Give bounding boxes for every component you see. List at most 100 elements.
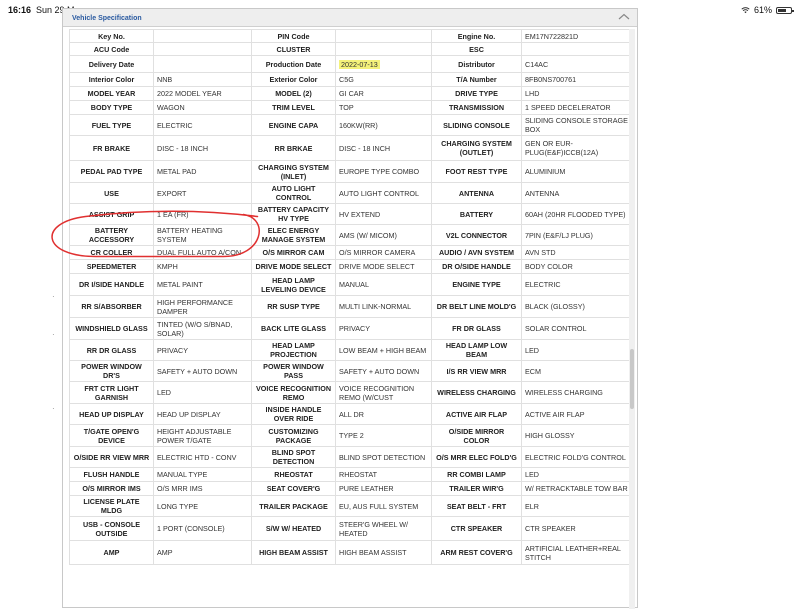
spec-label: BATTERY CAPACITY HV TYPE <box>251 203 336 225</box>
spec-value: BODY COLOR <box>521 259 632 274</box>
spec-value: TYPE 2 <box>335 424 432 447</box>
spec-label-text: Key No. <box>98 31 125 41</box>
spec-label-text: MODEL (2) <box>275 89 312 98</box>
spec-value: METAL PAINT <box>153 273 252 296</box>
spec-label-text: T/A Number <box>456 75 497 84</box>
spec-value: METAL PAD <box>153 160 252 183</box>
scrollbar[interactable] <box>629 29 635 609</box>
spec-label-text: Engine No. <box>457 31 496 41</box>
spec-value <box>153 42 252 56</box>
spec-label: SEAT COVER'G <box>251 481 336 496</box>
spec-label-text: SEAT COVER'G <box>266 484 321 493</box>
spec-value: ALUMINIUM <box>521 160 632 183</box>
spec-label-text: RR S/ABSORBER <box>81 302 142 311</box>
table-row: HEAD UP DISPLAY HEAD UP DISPLAY INSIDE HAN… <box>69 403 632 425</box>
spec-value-text: LED <box>525 470 539 479</box>
spec-label: VOICE RECOGNITION REMO <box>251 381 336 404</box>
spec-value-text: TINTED (W/O S/BNAD, SOLAR) <box>157 319 233 338</box>
spec-label-text: BACK LITE GLASS <box>260 324 327 333</box>
spec-value: DRIVE MODE SELECT <box>335 259 432 274</box>
spec-value: ALL DR <box>335 403 432 425</box>
spec-label: WIRELESS CHARGING <box>431 381 522 404</box>
spec-value <box>335 29 432 43</box>
spec-label: INSIDE HANDLE OVER RIDE <box>251 403 336 425</box>
spec-label: Production Date <box>251 55 336 73</box>
table-row: USB - CONSOLE OUTSIDE 1 PORT (CONSOLE) S/W… <box>69 516 632 541</box>
spec-label: PEDAL PAD TYPE <box>69 160 154 183</box>
spec-table: Key No. PIN Code Engine No. EM17N722821D ACU… <box>69 29 632 565</box>
margin-mark: · <box>52 404 55 413</box>
spec-value-text: EM17N722821D <box>525 31 579 41</box>
spec-label: DR O/SIDE HANDLE <box>431 259 522 274</box>
spec-label-text: TRAILER PACKAGE <box>259 501 328 511</box>
spec-label: TRANSMISSION <box>431 100 522 115</box>
spec-value: 7PIN (E&F/LJ PLUG) <box>521 224 632 246</box>
spec-value-text: SOLAR CONTROL <box>525 324 587 333</box>
spec-value-text: PRIVACY <box>157 345 189 355</box>
spec-label-text: S/W W/ HEATED <box>265 524 322 533</box>
spec-label: BLIND SPOT DETECTION <box>251 446 336 468</box>
spec-value: LOW BEAM + HIGH BEAM <box>335 339 432 361</box>
chevron-up-icon[interactable] <box>617 12 631 22</box>
spec-value-text: 1 PORT (CONSOLE) <box>157 524 225 533</box>
spec-label: CUSTOMIZING PACKAGE <box>251 424 336 447</box>
spec-value-text: VOICE RECOGNITION REMO (W/CUST <box>339 383 415 402</box>
spec-value-text: 1 SPEED DECELERATOR <box>525 103 611 112</box>
table-row: CR COLLER DUAL FULL AUTO A/CON O/S MIRROR … <box>69 245 632 260</box>
spec-value-text: BODY COLOR <box>525 262 573 271</box>
status-right: 61% <box>741 5 794 15</box>
spec-value-text: RHEOSTAT <box>339 470 378 479</box>
spec-value: HV EXTEND <box>335 203 432 225</box>
spec-value <box>521 42 632 56</box>
spec-value-text: ELECTRIC <box>525 280 561 289</box>
spec-label: CHARGING SYSTEM (OUTLET) <box>431 135 522 161</box>
spec-value: SOLAR CONTROL <box>521 317 632 340</box>
spec-label-text: PIN Code <box>277 31 310 41</box>
spec-label: O/S MIRROR CAM <box>251 245 336 260</box>
spec-label-text: CHARGING SYSTEM (INLET) <box>258 162 329 181</box>
spec-label-text: AUDIO / AVN SYSTEM <box>438 248 515 257</box>
spec-value: SLIDING CONSOLE STORAGE BOX <box>521 114 632 136</box>
spec-value-text: ANTENNA <box>525 188 560 198</box>
spec-label: DR BELT LINE MOLD'G <box>431 295 522 318</box>
spec-label-text: Delivery Date <box>88 59 135 69</box>
spec-value: 1 EA (FR) <box>153 203 252 225</box>
table-row: T/GATE OPEN'G DEVICE HEIGHT ADJUSTABLE PO… <box>69 424 632 447</box>
scroll-thumb[interactable] <box>630 349 634 409</box>
spec-label: HEAD UP DISPLAY <box>69 403 154 425</box>
spec-value: SAFETY + AUTO DOWN <box>335 360 432 382</box>
spec-label: FRT CTR LIGHT GARNISH <box>69 381 154 404</box>
table-row: O/SIDE RR VIEW MRR ELECTRIC HTD - CONV BLI… <box>69 446 632 468</box>
spec-label: T/A Number <box>431 72 522 87</box>
spec-label: HIGH BEAM ASSIST <box>251 540 336 565</box>
spec-value: PURE LEATHER <box>335 481 432 496</box>
spec-label: POWER WINDOW DR'S <box>69 360 154 382</box>
table-row: WINDSHIELD GLASS TINTED (W/O S/BNAD, SOLA… <box>69 317 632 340</box>
spec-label: V2L CONNECTOR <box>431 224 522 246</box>
spec-label: RR COMBI LAMP <box>431 467 522 482</box>
spec-value: GI CAR <box>335 86 432 101</box>
spec-label-text: SPEEDMETER <box>86 262 137 271</box>
spec-value-text: 7PIN (E&F/LJ PLUG) <box>525 230 593 240</box>
spec-label-text: V2L CONNECTOR <box>445 230 508 240</box>
spec-label-text: RR SUSP TYPE <box>267 302 320 311</box>
spec-value: GEN OR EUR-PLUG(E&F)ICCB(12A) <box>521 135 632 161</box>
spec-label: FR DR GLASS <box>431 317 522 340</box>
spec-value <box>335 42 432 56</box>
table-row: AMP AMP HIGH BEAM ASSIST HIGH BEAM ASSIST AR… <box>69 540 632 565</box>
spec-label: POWER WINDOW PASS <box>251 360 336 382</box>
spec-value: WIRELESS CHARGING <box>521 381 632 404</box>
spec-value: STEER'G WHEEL W/ HEATED <box>335 516 432 541</box>
spec-label-text: PEDAL PAD TYPE <box>80 167 143 176</box>
spec-value: MANUAL TYPE <box>153 467 252 482</box>
spec-label-text: RR DR GLASS <box>86 345 137 355</box>
spec-label-text: ELEC ENERGY MANAGE SYSTEM <box>261 226 326 244</box>
spec-value: WAGON <box>153 100 252 115</box>
table-row: PEDAL PAD TYPE METAL PAD CHARGING SYSTEM (… <box>69 160 632 183</box>
spec-label: SEAT BELT - FRT <box>431 495 522 517</box>
spec-label-text: CUSTOMIZING PACKAGE <box>268 426 319 445</box>
spec-label: CLUSTER <box>251 42 336 56</box>
spec-value-text: ELR <box>525 501 539 511</box>
spec-label: O/SIDE RR VIEW MRR <box>69 446 154 468</box>
panel-header[interactable]: Vehicle Specification <box>63 9 637 27</box>
